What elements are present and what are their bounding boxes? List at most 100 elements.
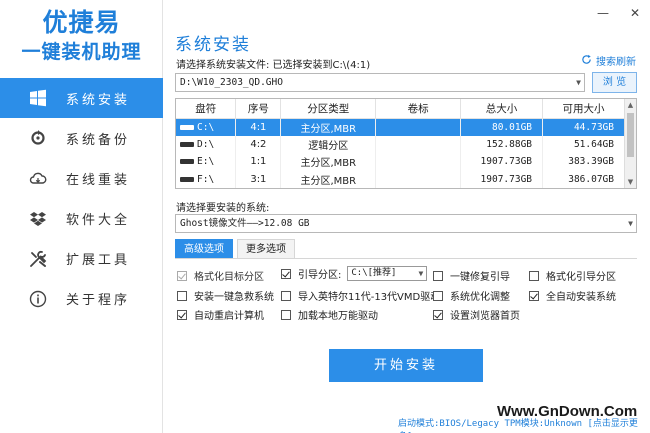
boot-mode-status[interactable]: 启动模式:BIOS/Legacy TPM模块:Unknown [点击显示更多] <box>398 416 650 433</box>
scroll-up-icon[interactable]: ▲ <box>625 99 636 111</box>
drive-cell: C:\ <box>176 118 237 136</box>
tab-more[interactable]: 更多选项 <box>237 239 295 259</box>
index-cell: 1:1 <box>235 153 282 171</box>
table-scrollbar[interactable]: ▲ ▼ <box>624 99 636 188</box>
option-boot-partition[interactable]: 引导分区: C:\[推荐] ▼ <box>281 266 428 281</box>
dropbox-icon <box>28 209 48 229</box>
sidebar-item-software[interactable]: 软件大全 <box>0 199 163 239</box>
free-cell: 44.73GB <box>542 118 625 136</box>
sidebar-item-system-backup[interactable]: 系统备份 <box>0 118 163 158</box>
disk-icon <box>180 124 194 130</box>
partition-table: 盘符 序号 分区类型 卷标 总大小 可用大小 C:\ 4:1 主分区,MBR 8… <box>175 98 637 189</box>
format-target-checkbox[interactable] <box>177 270 187 281</box>
tab-advanced[interactable]: 高级选项 <box>175 239 233 259</box>
option-label: 全自动安装系统 <box>546 292 616 303</box>
boot-partition-checkbox[interactable] <box>281 268 291 279</box>
type-cell: 逻辑分区 <box>280 135 377 153</box>
sidebar-item-label: 系统安装 <box>66 92 131 108</box>
option-sys-optimize[interactable]: 系统优化调整 <box>433 288 510 303</box>
scrollbar-thumb[interactable] <box>627 113 634 157</box>
sidebar-item-extend-tools[interactable]: 扩展工具 <box>0 239 163 279</box>
system-select[interactable]: Ghost镜像文件——>12.08 GB ▼ <box>175 214 637 233</box>
backup-icon <box>28 128 48 148</box>
cloud-icon <box>28 168 48 188</box>
label-cell <box>375 170 462 188</box>
table-row[interactable]: F:\ 3:1 主分区,MBR 1907.73GB 386.07GB <box>176 170 625 188</box>
boot-partition-select[interactable]: C:\[推荐] ▼ <box>347 266 428 281</box>
refresh-label: 搜索刷新 <box>596 57 636 68</box>
file-path-select[interactable]: D:\W10_2303_QD.GHO ▼ <box>175 73 585 92</box>
sidebar: 优捷易 一键装机助理 系统安装 系统备份 在线重装 软件大全 扩展工具 关于程序 <box>0 0 163 433</box>
load-driver-checkbox[interactable] <box>281 309 291 320</box>
system-label: 请选择要安装的系统: <box>176 203 270 214</box>
scroll-down-icon[interactable]: ▼ <box>625 176 636 188</box>
options-tabs: 高级选项 更多选项 <box>175 239 299 259</box>
total-cell: 80.01GB <box>460 118 544 136</box>
windows-icon <box>28 88 48 108</box>
option-import-intel[interactable]: 导入英特尔11代-13代VMD驱动 <box>281 288 440 303</box>
index-cell: 4:1 <box>235 118 282 136</box>
sidebar-item-label: 关于程序 <box>66 293 131 309</box>
info-icon <box>28 289 48 309</box>
minimize-button[interactable]: — <box>596 6 610 20</box>
option-install-rescue[interactable]: 安装一键急救系统 <box>177 288 274 303</box>
disk-icon <box>180 141 194 147</box>
option-label: 导入英特尔11代-13代VMD驱动 <box>298 292 441 303</box>
table-row[interactable]: C:\ 4:1 主分区,MBR 80.01GB 44.73GB <box>176 118 625 136</box>
start-install-button[interactable]: 开始安装 <box>329 349 483 382</box>
browse-button[interactable]: 浏 览 <box>592 72 637 93</box>
label-cell <box>375 135 462 153</box>
format-boot-checkbox[interactable] <box>529 270 539 281</box>
total-cell: 1907.73GB <box>460 153 544 171</box>
sidebar-nav: 系统安装 系统备份 在线重装 软件大全 扩展工具 关于程序 <box>0 78 163 319</box>
label-cell <box>375 118 462 136</box>
option-label: 格式化引导分区 <box>546 272 616 283</box>
refresh-button[interactable]: 搜索刷新 <box>581 53 636 68</box>
logo-title: 优捷易 <box>42 8 121 37</box>
install-rescue-checkbox[interactable] <box>177 290 187 301</box>
option-auto-restart[interactable]: 自动重启计算机 <box>177 307 264 322</box>
close-button[interactable]: ✕ <box>628 6 642 20</box>
sidebar-item-about[interactable]: 关于程序 <box>0 279 163 319</box>
auto-restart-checkbox[interactable] <box>177 309 187 320</box>
boot-fix-checkbox[interactable] <box>433 270 443 281</box>
option-auto-install[interactable]: 全自动安装系统 <box>529 288 616 303</box>
sidebar-item-label: 在线重装 <box>66 172 131 188</box>
col-index: 序号 <box>235 99 282 119</box>
option-load-driver[interactable]: 加载本地万能驱动 <box>281 307 378 322</box>
sidebar-item-label: 系统备份 <box>66 132 131 148</box>
chevron-down-icon: ▼ <box>628 219 633 228</box>
free-cell: 386.07GB <box>542 170 625 188</box>
page-title: 系统安装 <box>175 35 251 55</box>
sidebar-item-system-install[interactable]: 系统安装 <box>0 78 163 118</box>
index-cell: 4:2 <box>235 135 282 153</box>
table-row[interactable]: D:\ 4:2 逻辑分区 152.88GB 51.64GB <box>176 135 625 153</box>
option-label: 自动重启计算机 <box>194 311 264 322</box>
chevron-down-icon: ▼ <box>576 78 581 87</box>
col-free: 可用大小 <box>542 99 625 119</box>
disk-icon <box>180 159 194 165</box>
option-label: 设置浏览器首页 <box>450 311 520 322</box>
option-label: 引导分区: <box>298 270 342 281</box>
index-cell: 3:1 <box>235 170 282 188</box>
option-label: 加载本地万能驱动 <box>298 311 378 322</box>
set-homepage-checkbox[interactable] <box>433 309 443 320</box>
col-drive: 盘符 <box>176 99 237 119</box>
option-format-target[interactable]: 格式化目标分区 <box>177 268 264 283</box>
option-set-homepage[interactable]: 设置浏览器首页 <box>433 307 520 322</box>
chevron-down-icon: ▼ <box>418 269 424 278</box>
sys-optimize-checkbox[interactable] <box>433 290 443 301</box>
label-cell <box>375 153 462 171</box>
file-path-value: D:\W10_2303_QD.GHO <box>180 77 283 88</box>
import-intel-checkbox[interactable] <box>281 290 291 301</box>
option-label: 一键修复引导 <box>450 272 510 283</box>
sidebar-item-online-reinstall[interactable]: 在线重装 <box>0 158 163 198</box>
window-controls: — ✕ <box>596 6 642 20</box>
auto-install-checkbox[interactable] <box>529 290 539 301</box>
logo-subtitle: 一键装机助理 <box>21 41 142 63</box>
table-row[interactable]: E:\ 1:1 主分区,MBR 1907.73GB 383.39GB <box>176 153 625 171</box>
option-boot-fix[interactable]: 一键修复引导 <box>433 268 510 283</box>
total-cell: 1907.73GB <box>460 170 544 188</box>
drive-cell: D:\ <box>176 135 237 153</box>
option-format-boot[interactable]: 格式化引导分区 <box>529 268 616 283</box>
